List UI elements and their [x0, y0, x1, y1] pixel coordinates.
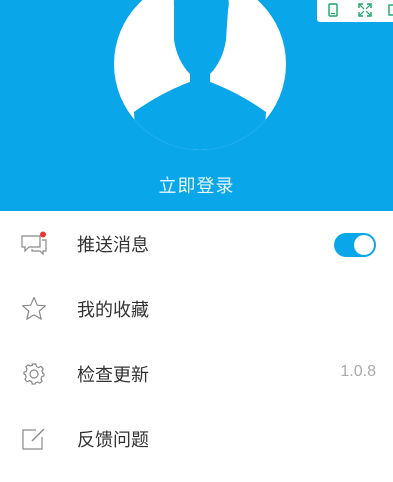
user-silhouette-icon	[134, 0, 266, 150]
profile-header: 立即登录	[0, 0, 393, 211]
window-controls	[317, 0, 393, 22]
push-toggle[interactable]	[334, 233, 376, 257]
toggle-knob	[354, 235, 374, 255]
avatar[interactable]	[114, 0, 286, 150]
edit-icon	[22, 428, 45, 450]
menu-item-push-messages[interactable]: 推送消息	[0, 211, 393, 276]
login-button[interactable]: 立即登录	[0, 172, 393, 198]
menu-item-label: 推送消息	[77, 235, 149, 256]
settings-menu: 推送消息 我的收藏 检查更新 1.0.8 反馈问题	[0, 211, 393, 471]
menu-item-label: 检查更新	[77, 365, 149, 386]
menu-item-check-update[interactable]: 检查更新 1.0.8	[0, 341, 393, 406]
menu-item-label: 我的收藏	[77, 300, 149, 321]
version-number: 1.0.8	[340, 363, 376, 380]
menu-item-feedback[interactable]: 反馈问题	[0, 406, 393, 471]
window-icon[interactable]	[387, 3, 393, 17]
gear-icon	[23, 363, 45, 385]
chat-bubble-icon	[21, 231, 47, 256]
phone-portrait-icon[interactable]	[326, 3, 340, 17]
star-icon	[21, 296, 47, 320]
menu-item-favorites[interactable]: 我的收藏	[0, 276, 393, 341]
expand-icon[interactable]	[358, 3, 372, 17]
menu-item-label: 反馈问题	[77, 430, 149, 451]
